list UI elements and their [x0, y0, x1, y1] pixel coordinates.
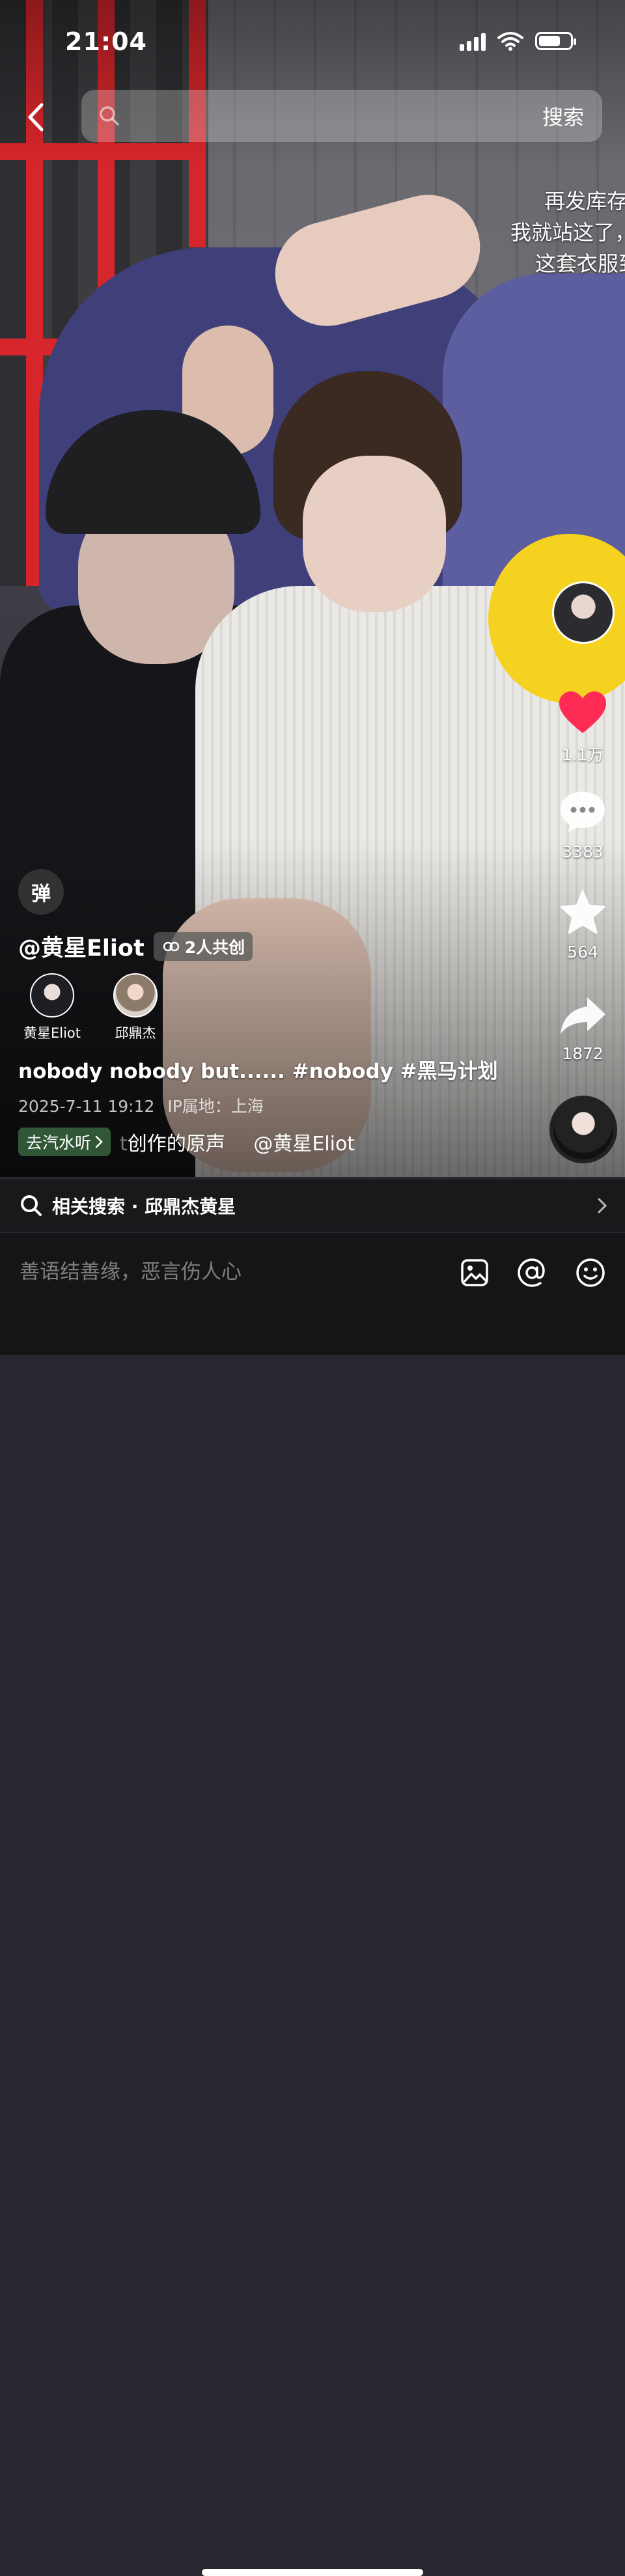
cocreate-badge[interactable]: 2人共创: [153, 932, 253, 961]
smiley-icon: [576, 1258, 605, 1287]
favorite-count: 564: [567, 943, 598, 962]
search-input[interactable]: [130, 104, 529, 128]
collaborator-item[interactable]: 邱鼎杰: [103, 973, 168, 1042]
search-icon: [21, 1195, 42, 1216]
comment-input[interactable]: [18, 1254, 438, 1290]
music-title[interactable]: t创作的原声 @黄星Eliot: [120, 1128, 355, 1156]
person-right-face: [303, 456, 446, 612]
favorite-button[interactable]: 564: [544, 889, 622, 962]
collaborator-name: 邱鼎杰: [115, 1025, 156, 1041]
share-icon: [561, 997, 605, 1034]
danmaku-toggle[interactable]: 弹: [18, 869, 64, 915]
back-button[interactable]: [21, 98, 49, 137]
signal-icon: [460, 31, 486, 51]
music-title-faded: t: [120, 1133, 128, 1156]
caption-line: 我就站这了，我: [510, 220, 625, 245]
top-shade: [0, 0, 625, 169]
music-row: 去汽水听 t创作的原声 @黄星Eliot: [18, 1128, 355, 1156]
creator-avatar[interactable]: [552, 581, 615, 644]
collaborator-item[interactable]: 黄星Eliot: [20, 973, 85, 1042]
ip-location: IP属地：上海: [167, 1097, 264, 1116]
battery-icon: [535, 32, 576, 50]
related-search-label: 相关搜索 · 邱鼎杰黄星: [52, 1196, 236, 1217]
star-icon: [560, 890, 605, 934]
chevron-left-icon: [28, 103, 44, 132]
emoji-button[interactable]: [574, 1256, 607, 1289]
caption-line: 再发库存话: [544, 189, 625, 214]
avatar: [30, 973, 74, 1018]
comment-bar: [0, 1233, 625, 2576]
at-icon: [518, 1258, 545, 1287]
video-caption-overlay: 再发库存话 我就站这了，我 这套衣服到: [326, 186, 625, 279]
cocreate-label: 2人共创: [184, 937, 245, 957]
related-search-bar[interactable]: 相关搜索 · 邱鼎杰黄星: [0, 1180, 625, 1232]
link-icon: [163, 941, 179, 951]
share-count: 1872: [562, 1044, 604, 1063]
collaborator-list: 黄星Eliot 邱鼎杰: [20, 973, 168, 1042]
avatar: [113, 973, 158, 1018]
comment-count: 3383: [562, 842, 604, 861]
status-time: 21:04: [65, 27, 147, 56]
music-title-main: 创作的原声: [127, 1133, 225, 1156]
chevron-right-icon: [95, 1135, 103, 1148]
comment-icon: [561, 792, 605, 832]
author-row: @黄星Eliot 2人共创: [18, 930, 253, 963]
search-icon: [100, 106, 119, 126]
publish-date: 2025-7-11 19:12: [18, 1097, 155, 1116]
chevron-right-icon: [598, 1198, 607, 1213]
music-chip-label: 去汽水听: [26, 1133, 92, 1152]
music-disc[interactable]: [549, 1096, 617, 1163]
search-button[interactable]: 搜索: [529, 101, 602, 131]
image-button[interactable]: [458, 1256, 491, 1289]
comment-button[interactable]: 3383: [544, 789, 622, 861]
like-count: 1.1万: [561, 745, 604, 764]
image-icon: [461, 1259, 488, 1286]
collaborator-name: 黄星Eliot: [23, 1025, 81, 1041]
video-meta: 2025-7-11 19:12 IP属地：上海: [18, 1094, 264, 1117]
home-indicator[interactable]: [202, 2569, 423, 2576]
heart-icon: [559, 691, 606, 733]
status-icons: [460, 31, 576, 51]
music-open-chip[interactable]: 去汽水听: [18, 1128, 111, 1156]
mention-button[interactable]: [516, 1256, 548, 1289]
video-description[interactable]: nobody nobody but...... #nobody #黑马计划: [18, 1055, 498, 1084]
caption-line: 这套衣服到: [535, 251, 625, 276]
like-button[interactable]: 1.1万: [544, 690, 622, 766]
wifi-icon: [497, 32, 523, 51]
search-bar[interactable]: 搜索: [81, 90, 602, 142]
author-name[interactable]: @黄星Eliot: [18, 930, 145, 963]
music-author: @黄星Eliot: [253, 1133, 355, 1156]
share-button[interactable]: 1872: [544, 995, 622, 1063]
